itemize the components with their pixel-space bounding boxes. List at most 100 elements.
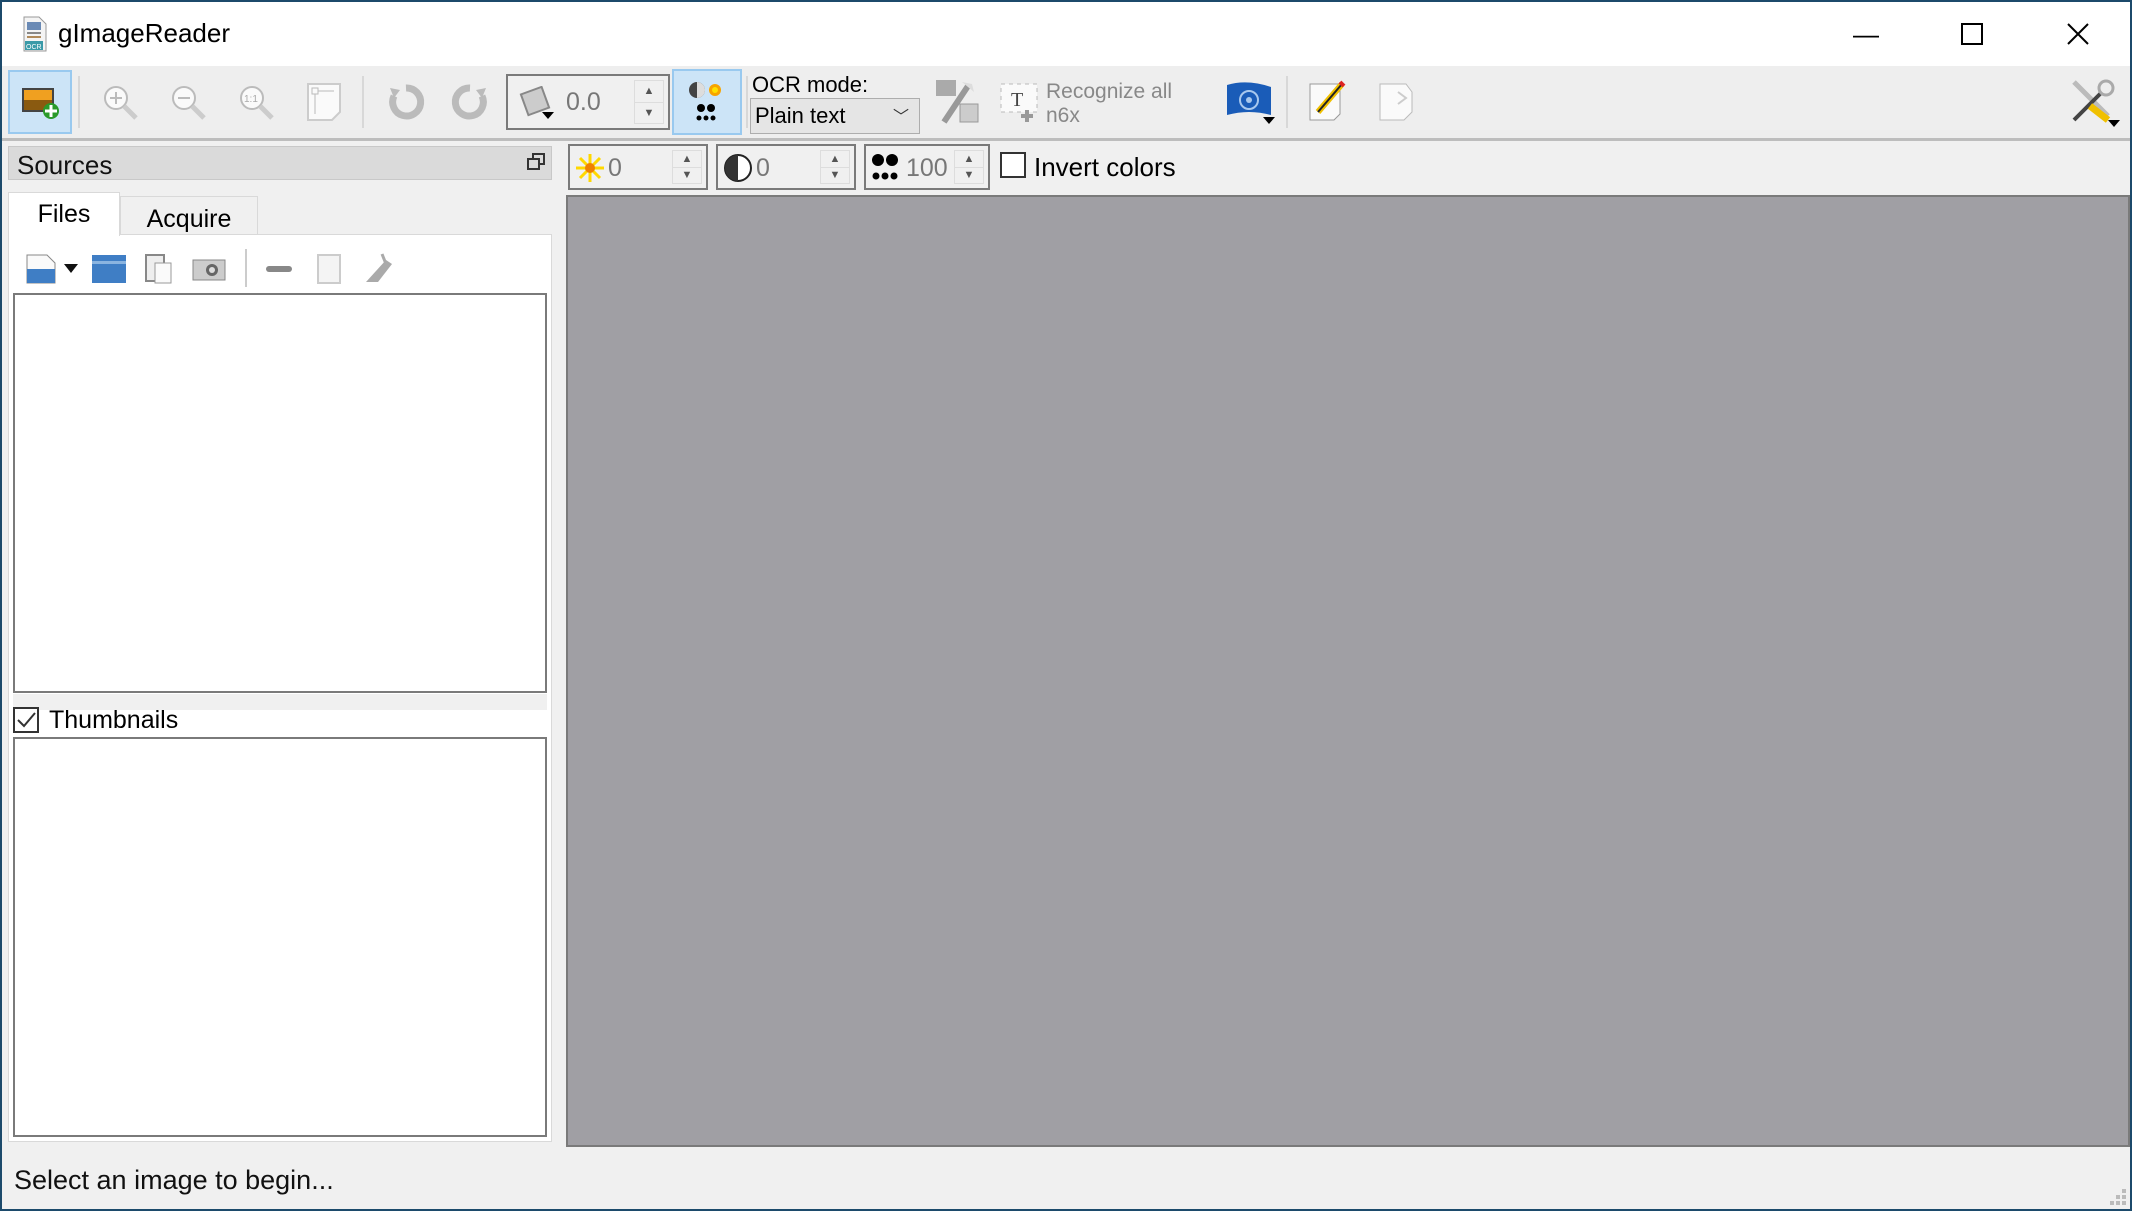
image-controls-icon (685, 80, 729, 124)
screenshot-button[interactable] (189, 249, 229, 289)
chevron-down-icon: ﹀ (892, 109, 909, 126)
tab-files-label: Files (37, 200, 91, 228)
toolbar-separator (78, 76, 80, 128)
resize-grip[interactable] (2110, 1189, 2126, 1205)
maximize-icon (1961, 23, 1983, 45)
thumbnail-list[interactable] (13, 737, 547, 1137)
contrast-stepper[interactable]: ▲ ▼ (820, 150, 850, 184)
output-ocr-icon (1374, 80, 1418, 124)
rotation-spinbox[interactable]: 0.0 ▲ ▼ (506, 74, 670, 130)
zoom-out-button[interactable] (156, 70, 220, 134)
svg-text:OCR: OCR (26, 44, 42, 51)
resolution-spinbox[interactable]: 100 ▲ ▼ (864, 144, 990, 190)
settings-button[interactable] (2062, 70, 2126, 134)
rotate-right-icon (450, 82, 490, 122)
zoom-in-icon (100, 82, 140, 122)
resolution-icon (870, 152, 902, 184)
rotate-left-button[interactable] (374, 70, 438, 134)
tab-acquire-label: Acquire (146, 205, 232, 233)
recognize-button[interactable]: T (994, 70, 1044, 134)
resolution-stepper[interactable]: ▲ ▼ (954, 150, 984, 184)
up-arrow-icon[interactable]: ▲ (821, 151, 849, 168)
tab-acquire[interactable]: Acquire (120, 196, 258, 236)
rotation-value: 0.0 (566, 88, 601, 116)
paste-button[interactable] (139, 249, 179, 289)
toolbar-separator (746, 76, 748, 128)
down-arrow-icon[interactable]: ▼ (635, 103, 663, 124)
minimize-icon: — (1853, 18, 1879, 49)
brightness-spinbox[interactable]: 0 ▲ ▼ (568, 144, 708, 190)
thumbnails-label[interactable]: Thumbnails (49, 706, 178, 735)
delete-icon (314, 252, 344, 286)
down-arrow-icon[interactable]: ▼ (955, 168, 983, 184)
open-file-button[interactable] (21, 249, 61, 289)
zoom-out-icon (168, 82, 208, 122)
ocr-mode-label: OCR mode: (752, 72, 869, 97)
brightness-icon (574, 152, 606, 184)
down-arrow-icon[interactable]: ▼ (673, 168, 701, 184)
autodetect-layout-button[interactable] (926, 70, 990, 134)
minimize-button[interactable]: — (1814, 2, 1918, 66)
clear-icon (362, 252, 396, 286)
zoom-in-button[interactable] (88, 70, 152, 134)
brightness-stepper[interactable]: ▲ ▼ (672, 150, 702, 184)
resolution-value: 100 (906, 154, 948, 182)
status-message: Select an image to begin... (14, 1165, 334, 1195)
thumbnails-checkbox[interactable] (13, 707, 39, 733)
app-icon: OCR (22, 16, 48, 52)
toolbar-separator (362, 76, 364, 128)
recognize-label-line2: n6x (1046, 104, 1080, 127)
delete-button[interactable] (309, 249, 349, 289)
rotate-left-icon (386, 82, 426, 122)
down-arrow-icon[interactable]: ▼ (821, 168, 849, 184)
rotate-right-button[interactable] (438, 70, 502, 134)
file-toolbar-separator (245, 249, 247, 287)
svg-text:T: T (1011, 89, 1023, 111)
close-icon (2067, 23, 2089, 45)
up-arrow-icon[interactable]: ▲ (635, 81, 663, 103)
ocr-mode-select[interactable]: Plain text ﹀ (750, 98, 920, 134)
remove-button[interactable] (259, 249, 299, 289)
maximize-button[interactable] (1920, 2, 2024, 66)
sources-panel-header: Sources (8, 146, 552, 180)
up-arrow-icon[interactable]: ▲ (673, 151, 701, 168)
output-edit-button[interactable] (1296, 70, 1360, 134)
clear-button[interactable] (359, 249, 399, 289)
rotate-mode-icon[interactable] (518, 86, 556, 120)
add-image-icon (20, 84, 60, 120)
image-canvas[interactable] (566, 195, 2130, 1147)
image-controls-toggle[interactable] (672, 69, 742, 135)
checkmark-icon (17, 712, 36, 728)
invert-colors-label[interactable]: Invert colors (1034, 152, 1176, 183)
up-arrow-icon[interactable]: ▲ (955, 151, 983, 168)
title-bar: OCR gImageReader — (2, 2, 2130, 66)
brightness-value: 0 (608, 154, 622, 182)
best-fit-icon (304, 82, 344, 122)
recognize-label-line1: Recognize all (1046, 80, 1173, 103)
contrast-spinbox[interactable]: 0 ▲ ▼ (716, 144, 856, 190)
open-file-icon (25, 253, 57, 285)
remove-icon (264, 264, 294, 274)
paste-icon (143, 253, 175, 285)
rotation-stepper[interactable]: ▲ ▼ (634, 80, 664, 124)
svg-text:1:1: 1:1 (244, 94, 258, 105)
invert-colors-checkbox[interactable] (1000, 152, 1026, 178)
close-button[interactable] (2026, 2, 2130, 66)
best-fit-button[interactable] (292, 70, 356, 134)
output-edit-icon (1306, 80, 1350, 124)
zoom-original-icon: 1:1 (236, 82, 276, 122)
contrast-icon (722, 152, 754, 184)
file-list[interactable] (13, 293, 547, 693)
dropdown-icon (64, 264, 78, 274)
language-button[interactable] (1218, 70, 1282, 134)
add-image-button[interactable] (8, 70, 72, 134)
undock-button[interactable] (527, 153, 545, 171)
open-folder-button[interactable] (89, 249, 129, 289)
window-title: gImageReader (58, 18, 230, 48)
open-folder-icon (91, 253, 127, 285)
tab-files[interactable]: Files (8, 192, 120, 236)
open-file-dropdown[interactable] (61, 249, 81, 289)
zoom-original-button[interactable]: 1:1 (224, 70, 288, 134)
recognize-all-label[interactable]: Recognize all n6x (1046, 80, 1172, 128)
output-ocr-button[interactable] (1364, 70, 1428, 134)
